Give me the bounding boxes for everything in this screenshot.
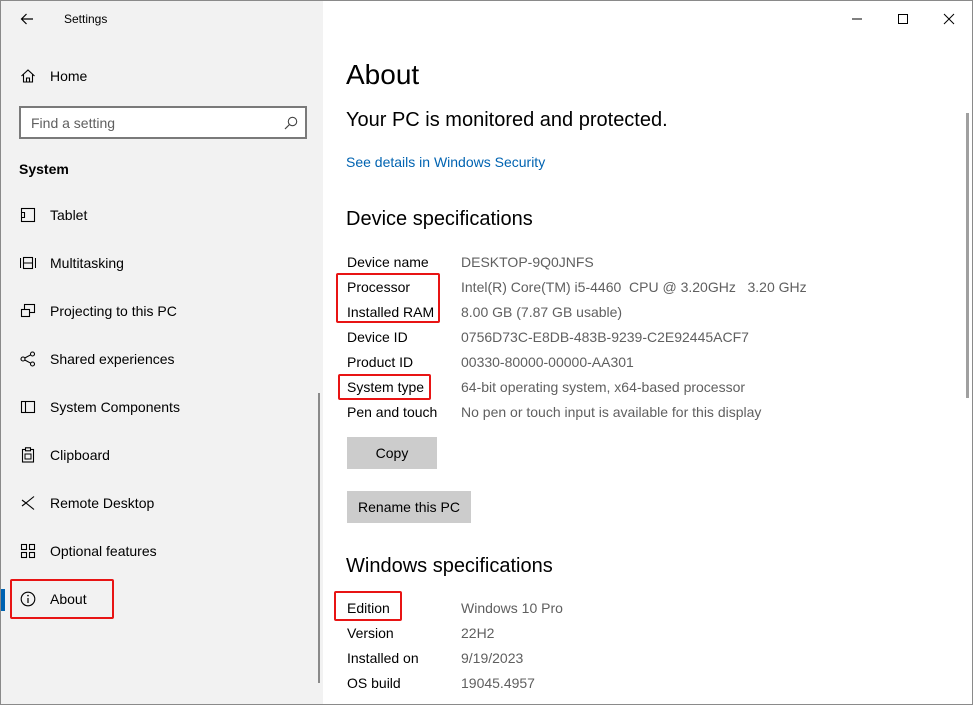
copy-button[interactable]: Copy <box>347 437 437 469</box>
optional-features-icon <box>19 542 37 560</box>
info-icon <box>19 590 37 608</box>
spec-label: Pen and touch <box>347 404 438 420</box>
remote-desktop-icon <box>19 494 37 512</box>
spec-value: No pen or touch input is available for t… <box>461 404 762 420</box>
sidebar-item-remote-desktop[interactable]: Remote Desktop <box>1 479 323 527</box>
spec-value: 64-bit operating system, x64-based proce… <box>461 379 746 395</box>
spec-row-installed-ram: Installed RAM 8.00 GB (7.87 GB usable) <box>347 301 947 323</box>
tablet-icon <box>19 206 37 224</box>
spec-row-processor: Processor Intel(R) Core(TM) i5-4460 CPU … <box>347 276 947 298</box>
back-button[interactable] <box>13 5 41 33</box>
sidebar-section-title: System <box>19 161 69 177</box>
sidebar-item-system-components[interactable]: System Components <box>1 383 323 431</box>
spec-value: DESKTOP-9Q0JNFS <box>461 254 594 270</box>
projecting-icon <box>19 302 37 320</box>
protection-status: Your PC is monitored and protected. <box>346 109 668 131</box>
spec-label: Edition <box>347 600 390 616</box>
active-indicator <box>1 589 5 611</box>
sidebar-item-label: Clipboard <box>50 447 110 463</box>
back-arrow-icon <box>20 13 33 25</box>
spec-value: 19045.4957 <box>461 675 535 691</box>
spec-value: Windows 10 Pro <box>461 600 563 616</box>
device-specs-heading: Device specifications <box>346 208 533 230</box>
spec-value: 00330-80000-00000-AA301 <box>461 354 634 370</box>
spec-row-os-build: OS build 19045.4957 <box>347 672 947 694</box>
spec-label: OS build <box>347 675 401 691</box>
sidebar: Settings Home Find a setting System Tabl… <box>1 1 323 704</box>
spec-value: 22H2 <box>461 625 495 641</box>
sidebar-item-label: Multitasking <box>50 255 124 271</box>
spec-row-edition: Edition Windows 10 Pro <box>347 597 947 619</box>
sidebar-item-clipboard[interactable]: Clipboard <box>1 431 323 479</box>
main-scrollbar[interactable] <box>966 113 969 398</box>
sidebar-item-label: Remote Desktop <box>50 495 155 511</box>
spec-row-device-id: Device ID 0756D73C-E8DB-483B-9239-C2E924… <box>347 326 947 348</box>
sidebar-item-projecting[interactable]: Projecting to this PC <box>1 287 323 335</box>
sidebar-nav-list: Tablet Multitasking Projecting to this P… <box>1 191 323 623</box>
search-icon[interactable] <box>283 115 299 131</box>
rename-pc-button[interactable]: Rename this PC <box>347 491 471 523</box>
sidebar-item-label: Optional features <box>50 543 157 559</box>
shared-experiences-icon <box>19 350 37 368</box>
sidebar-item-label: Shared experiences <box>50 351 175 367</box>
spec-row-device-name: Device name DESKTOP-9Q0JNFS <box>347 251 947 273</box>
spec-label: Device name <box>347 254 429 270</box>
search-input[interactable]: Find a setting <box>19 106 307 139</box>
spec-label: Installed on <box>347 650 419 666</box>
windows-specs-heading: Windows specifications <box>346 555 553 577</box>
multitasking-icon <box>19 254 37 272</box>
spec-value: Intel(R) Core(TM) i5-4460 CPU @ 3.20GHz … <box>461 279 807 295</box>
sidebar-item-shared-experiences[interactable]: Shared experiences <box>1 335 323 383</box>
clipboard-icon <box>19 446 37 464</box>
spec-row-installed-on: Installed on 9/19/2023 <box>347 647 947 669</box>
home-icon <box>19 67 37 85</box>
spec-label: Device ID <box>347 329 408 345</box>
sidebar-item-multitasking[interactable]: Multitasking <box>1 239 323 287</box>
sidebar-item-about[interactable]: About <box>1 575 323 623</box>
spec-label: System type <box>347 379 425 395</box>
sidebar-item-label: Projecting to this PC <box>50 303 177 319</box>
app-title: Settings <box>64 12 108 26</box>
windows-security-link[interactable]: See details in Windows Security <box>346 154 545 170</box>
spec-value: 0756D73C-E8DB-483B-9239-C2E92445ACF7 <box>461 329 749 345</box>
sidebar-item-tablet[interactable]: Tablet <box>1 191 323 239</box>
spec-row-pen-touch: Pen and touch No pen or touch input is a… <box>347 401 947 423</box>
title-bar: Settings <box>1 1 323 37</box>
sidebar-item-label: About <box>50 591 87 607</box>
spec-value: 9/19/2023 <box>461 650 524 666</box>
sidebar-item-label: Tablet <box>50 207 88 223</box>
sidebar-item-label: System Components <box>50 399 180 415</box>
search-placeholder: Find a setting <box>31 114 116 131</box>
system-components-icon <box>19 398 37 416</box>
spec-row-system-type: System type 64-bit operating system, x64… <box>347 376 947 398</box>
spec-row-version: Version 22H2 <box>347 622 947 644</box>
spec-label: Product ID <box>347 354 414 370</box>
settings-window: Settings Home Find a setting System Tabl… <box>0 0 973 705</box>
sidebar-item-label: Home <box>50 68 88 84</box>
spec-label: Version <box>347 625 394 641</box>
spec-row-product-id: Product ID 00330-80000-00000-AA301 <box>347 351 947 373</box>
page-title: About <box>346 59 420 90</box>
main-content: About Your PC is monitored and protected… <box>323 1 972 704</box>
spec-label: Processor <box>347 279 411 295</box>
spec-label: Installed RAM <box>347 304 435 320</box>
sidebar-item-home[interactable]: Home <box>1 59 323 93</box>
spec-value: 8.00 GB (7.87 GB usable) <box>461 304 623 320</box>
sidebar-item-optional-features[interactable]: Optional features <box>1 527 323 575</box>
sidebar-scrollbar[interactable] <box>318 393 320 683</box>
